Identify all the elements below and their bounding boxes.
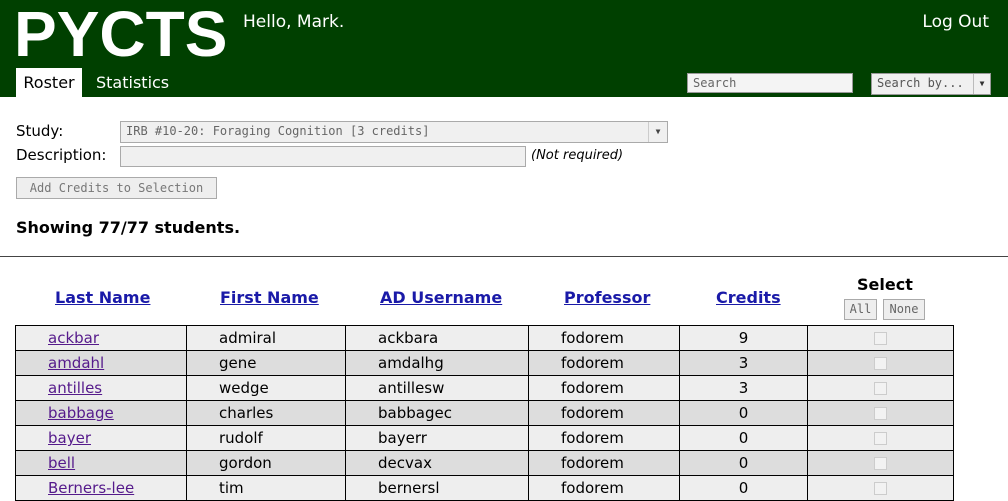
description-label: Description: xyxy=(16,146,107,164)
credits-cell: 9 xyxy=(679,325,808,351)
sort-first-name[interactable]: First Name xyxy=(220,288,319,307)
first-name-cell: rudolf xyxy=(186,425,346,451)
greeting-text: Hello, Mark. xyxy=(243,12,345,32)
student-link[interactable]: Berners-lee xyxy=(48,479,134,497)
table-row: antilles wedge antillesw fodorem 3 xyxy=(15,375,954,401)
credits-cell: 3 xyxy=(679,350,808,376)
app-logo[interactable]: PYCTS xyxy=(14,0,227,72)
search-by-value: Search by... xyxy=(877,76,964,90)
not-required-note: (Not required) xyxy=(531,148,624,163)
header-bar: PYCTS Hello, Mark. Log Out Roster Statis… xyxy=(0,0,1008,97)
select-none-button[interactable]: None xyxy=(883,299,925,320)
first-name-cell: gordon xyxy=(186,450,346,476)
professor-cell: fodorem xyxy=(528,450,680,476)
study-label: Study: xyxy=(16,122,64,140)
ad-username-cell: bayerr xyxy=(345,425,529,451)
ad-username-cell: antillesw xyxy=(345,375,529,401)
row-checkbox[interactable] xyxy=(874,457,887,470)
sort-last-name[interactable]: Last Name xyxy=(55,288,150,307)
row-checkbox[interactable] xyxy=(874,332,887,345)
row-checkbox[interactable] xyxy=(874,482,887,495)
credits-cell: 0 xyxy=(679,450,808,476)
row-checkbox[interactable] xyxy=(874,357,887,370)
sort-ad-username[interactable]: AD Username xyxy=(380,288,502,307)
ad-username-cell: ackbara xyxy=(345,325,529,351)
first-name-cell: gene xyxy=(186,350,346,376)
chevron-down-icon: ▼ xyxy=(973,74,990,94)
tab-roster[interactable]: Roster xyxy=(16,68,82,97)
study-selected-value: IRB #10-20: Foraging Cognition [3 credit… xyxy=(126,124,430,138)
professor-cell: fodorem xyxy=(528,400,680,426)
search-by-select[interactable]: Search by... ▼ xyxy=(871,73,991,95)
student-link[interactable]: bayer xyxy=(48,429,91,447)
table-row: babbage charles babbagec fodorem 0 xyxy=(15,400,954,426)
first-name-cell: wedge xyxy=(186,375,346,401)
first-name-cell: admiral xyxy=(186,325,346,351)
student-link[interactable]: amdahl xyxy=(48,354,104,372)
row-checkbox[interactable] xyxy=(874,432,887,445)
roster-table: ackbar admiral ackbara fodorem 9 amdahl … xyxy=(15,325,954,501)
credits-cell: 0 xyxy=(679,400,808,426)
student-link[interactable]: bell xyxy=(48,454,75,472)
student-link[interactable]: ackbar xyxy=(48,329,99,347)
chevron-down-icon: ▼ xyxy=(648,122,667,142)
professor-cell: fodorem xyxy=(528,425,680,451)
professor-cell: fodorem xyxy=(528,350,680,376)
add-credits-button[interactable]: Add Credits to Selection xyxy=(16,177,217,199)
table-row: ackbar admiral ackbara fodorem 9 xyxy=(15,325,954,351)
select-header: Select xyxy=(857,275,913,294)
select-all-button[interactable]: All xyxy=(844,299,877,320)
table-row: bell gordon decvax fodorem 0 xyxy=(15,450,954,476)
description-input[interactable] xyxy=(120,146,526,167)
sort-professor[interactable]: Professor xyxy=(564,288,650,307)
credits-cell: 3 xyxy=(679,375,808,401)
table-row: Berners-lee tim bernersl fodorem 0 xyxy=(15,475,954,501)
first-name-cell: charles xyxy=(186,400,346,426)
first-name-cell: tim xyxy=(186,475,346,501)
student-link[interactable]: babbage xyxy=(48,404,114,422)
student-link[interactable]: antilles xyxy=(48,379,102,397)
ad-username-cell: decvax xyxy=(345,450,529,476)
tab-statistics[interactable]: Statistics xyxy=(96,68,169,97)
table-row: amdahl gene amdalhg fodorem 3 xyxy=(15,350,954,376)
row-checkbox[interactable] xyxy=(874,382,887,395)
credits-cell: 0 xyxy=(679,475,808,501)
study-select[interactable]: IRB #10-20: Foraging Cognition [3 credit… xyxy=(120,121,668,143)
ad-username-cell: amdalhg xyxy=(345,350,529,376)
divider xyxy=(0,256,1008,257)
professor-cell: fodorem xyxy=(528,375,680,401)
logout-link[interactable]: Log Out xyxy=(922,12,989,32)
ad-username-cell: babbagec xyxy=(345,400,529,426)
sort-credits[interactable]: Credits xyxy=(716,288,781,307)
credits-cell: 0 xyxy=(679,425,808,451)
professor-cell: fodorem xyxy=(528,475,680,501)
ad-username-cell: bernersl xyxy=(345,475,529,501)
search-input[interactable] xyxy=(687,73,853,93)
table-row: bayer rudolf bayerr fodorem 0 xyxy=(15,425,954,451)
showing-count: Showing 77/77 students. xyxy=(16,218,241,237)
row-checkbox[interactable] xyxy=(874,407,887,420)
professor-cell: fodorem xyxy=(528,325,680,351)
